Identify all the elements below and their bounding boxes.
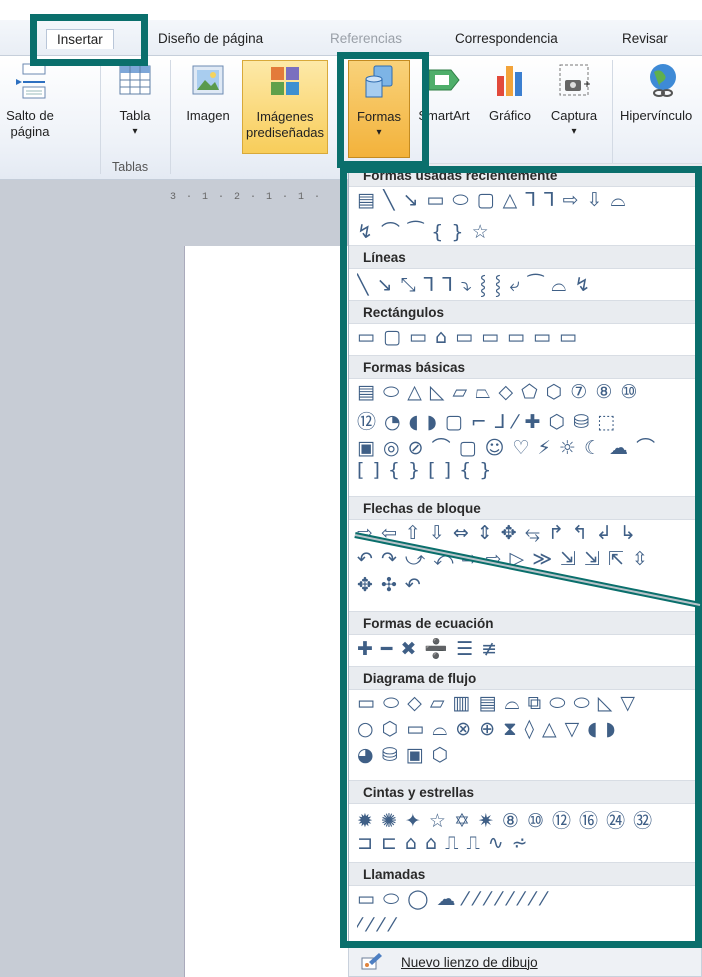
shape-row[interactable]: ↯ ⌒ ⁀ { } ☆ <box>357 217 702 243</box>
shape-row[interactable]: ▭ ⬭ ◯ ☁ ⁄ ⁄ ⁄ ⁄ ⁄ ⁄ ⁄ ⁄ <box>357 888 702 914</box>
chevron-down-icon: ▾ <box>132 126 138 137</box>
shape-row[interactable]: ▤ ╲ ↘ ▭ ⬭ ▢ △ ⅂ ⅂ ⇨ ⇩ ⌓ <box>357 189 702 215</box>
divider <box>612 60 613 174</box>
table-icon <box>118 62 152 100</box>
shape-row[interactable]: ◕ ⛁ ▣ ⬡ <box>357 744 702 770</box>
table-label: Tabla <box>119 108 151 123</box>
section-header-formas-de-ecuacion: Formas de ecuación <box>349 611 702 635</box>
chevron-down-icon: ▾ <box>571 126 577 137</box>
chevron-down-icon: ▾ <box>376 127 382 138</box>
shape-row[interactable]: ↶ ↷ ⤻ ⤺ ⇨ ⇨ ▷ ≫ ⇲ ⇲ ⇱ ⇳ <box>357 548 702 574</box>
page-break-button[interactable]: Salto de página <box>0 62 60 140</box>
shapes-icon <box>362 63 396 101</box>
shape-row[interactable]: ⊐ ⊏ ⌂ ⌂ ⎍ ⎍ ∿ ⩫ <box>357 832 702 858</box>
screenshot-icon <box>557 62 591 100</box>
tab-diseno-de-pagina[interactable]: Diseño de página <box>158 31 263 46</box>
section-header-rectangulos: Rectángulos <box>349 300 702 324</box>
smartart-icon <box>427 62 461 100</box>
tab-insertar[interactable]: Insertar <box>46 29 114 49</box>
page-break-label-1: Salto de <box>6 108 54 123</box>
shape-row[interactable]: ✚ ━ ✖ ➗ ☰ ≢ <box>357 637 702 663</box>
ribbon-tab-bar: Insertar Diseño de página Referencias Co… <box>0 20 702 56</box>
tab-revisar[interactable]: Revisar <box>622 31 668 46</box>
horizontal-ruler: 3 · 1 · 2 · 1 · 1 · <box>170 192 323 203</box>
shape-row[interactable]: ○ ⬡ ▭ ⌓ ⊗ ⊕ ⧗ ◊ △ ▽ ◖ ◗ <box>357 718 702 744</box>
shape-row[interactable]: ▤ ⬭ △ ◺ ▱ ⏢ ◇ ⬠ ⬡ ⑦ ⑧ ⑩ <box>357 381 702 407</box>
shape-row[interactable]: ⁄ ⁄ ⁄ ⁄ <box>357 914 702 940</box>
chart-label: Gráfico <box>489 108 531 123</box>
chart-button[interactable]: Gráfico <box>480 62 540 124</box>
new-drawing-canvas-item[interactable]: Nuevo lienzo de dibujo <box>348 945 702 977</box>
table-button[interactable]: Tabla ▾ <box>106 62 164 140</box>
globe-link-icon <box>646 62 680 100</box>
shape-row[interactable]: ╲ ↘ ⤡ ⅂ ⅂ ⤵ ⸾ ⸾ ⤶ ⁀ ⌓ ↯ <box>357 271 702 297</box>
divider <box>100 60 101 174</box>
shape-row[interactable]: ▣ ◎ ⊘ ⌒ ▢ ☺ ♡ ⚡ ☼ ☾ ☁ ⌒ <box>357 433 702 459</box>
clip-art-label-2: prediseñadas <box>245 125 325 140</box>
section-header-recent: Formas usadas recientemente <box>349 163 702 187</box>
picture-icon <box>191 62 225 100</box>
drawing-canvas-icon <box>361 952 383 970</box>
shape-row[interactable]: ✥ ✣ ↶ <box>357 574 702 600</box>
section-header-cintas-y-estrellas: Cintas y estrellas <box>349 780 702 804</box>
picture-label: Imagen <box>186 108 230 123</box>
divider <box>170 60 171 174</box>
shape-row[interactable]: ▭ ▢ ▭ ⌂ ▭ ▭ ▭ ▭ ▭ <box>357 326 702 352</box>
section-header-flechas-de-bloque: Flechas de bloque <box>349 496 702 520</box>
hyperlink-button[interactable]: Hipervínculo <box>620 62 702 124</box>
screenshot-button[interactable]: Captura ▾ <box>542 62 606 140</box>
chart-icon <box>493 62 527 100</box>
hyperlink-label: Hipervínculo <box>620 108 693 123</box>
new-drawing-canvas-label: Nuevo lienzo de dibujo <box>401 955 538 970</box>
section-header-llamadas: Llamadas <box>349 862 702 886</box>
section-header-formas-basicas: Formas básicas <box>349 355 702 379</box>
clip-art-icon <box>268 63 302 101</box>
smartart-button[interactable]: SmartArt <box>412 62 476 124</box>
shapes-label: Formas <box>356 109 402 124</box>
document-page[interactable] <box>184 246 354 977</box>
page-break-icon <box>13 62 47 100</box>
shapes-button[interactable]: Formas ▾ <box>348 60 410 158</box>
clip-art-button[interactable]: Imágenes prediseñadas <box>242 60 328 154</box>
shape-row[interactable]: ✹ ✺ ✦ ☆ ✡ ✷ ⑧ ⑩ ⑫ ⑯ ㉔ ㉜ <box>357 806 702 832</box>
shape-row[interactable]: ⇨ ⇦ ⇧ ⇩ ⇔ ⇕ ✥ ⥃ ↱ ↰ ↲ ↳ <box>357 522 702 548</box>
screenshot-label: Captura <box>550 108 598 123</box>
section-header-diagrama-de-flujo: Diagrama de flujo <box>349 666 702 690</box>
ribbon-insert: Salto de página Tabla ▾ Tablas Imagen Im… <box>0 56 702 180</box>
tab-referencias[interactable]: Referencias <box>330 31 402 46</box>
clip-art-label-1: Imágenes <box>256 109 314 124</box>
word-window: Insertar Diseño de página Referencias Co… <box>0 0 702 977</box>
tab-correspondencia[interactable]: Correspondencia <box>455 31 558 46</box>
group-label-tablas: Tablas <box>112 160 149 174</box>
page-break-label-2: página <box>10 124 50 139</box>
shape-row[interactable]: ▭ ⬭ ◇ ▱ ▥ ▤ ⌓ ⧉ ⬭ ⬭ ◺ ▽ <box>357 692 702 718</box>
shape-row[interactable]: [ ] { } [ ] { } <box>357 459 702 485</box>
shapes-gallery: Formas usadas recientemente ▤ ╲ ↘ ▭ ⬭ ▢ … <box>348 163 702 945</box>
picture-button[interactable]: Imagen <box>176 62 240 124</box>
smartart-label: SmartArt <box>418 108 470 123</box>
section-header-lineas: Líneas <box>349 245 702 269</box>
shape-row[interactable]: ⑫ ◔ ◖ ◗ ▢ ⌐ ⅃ ⁄ ✚ ⬡ ⛁ ⬚ <box>357 407 702 433</box>
